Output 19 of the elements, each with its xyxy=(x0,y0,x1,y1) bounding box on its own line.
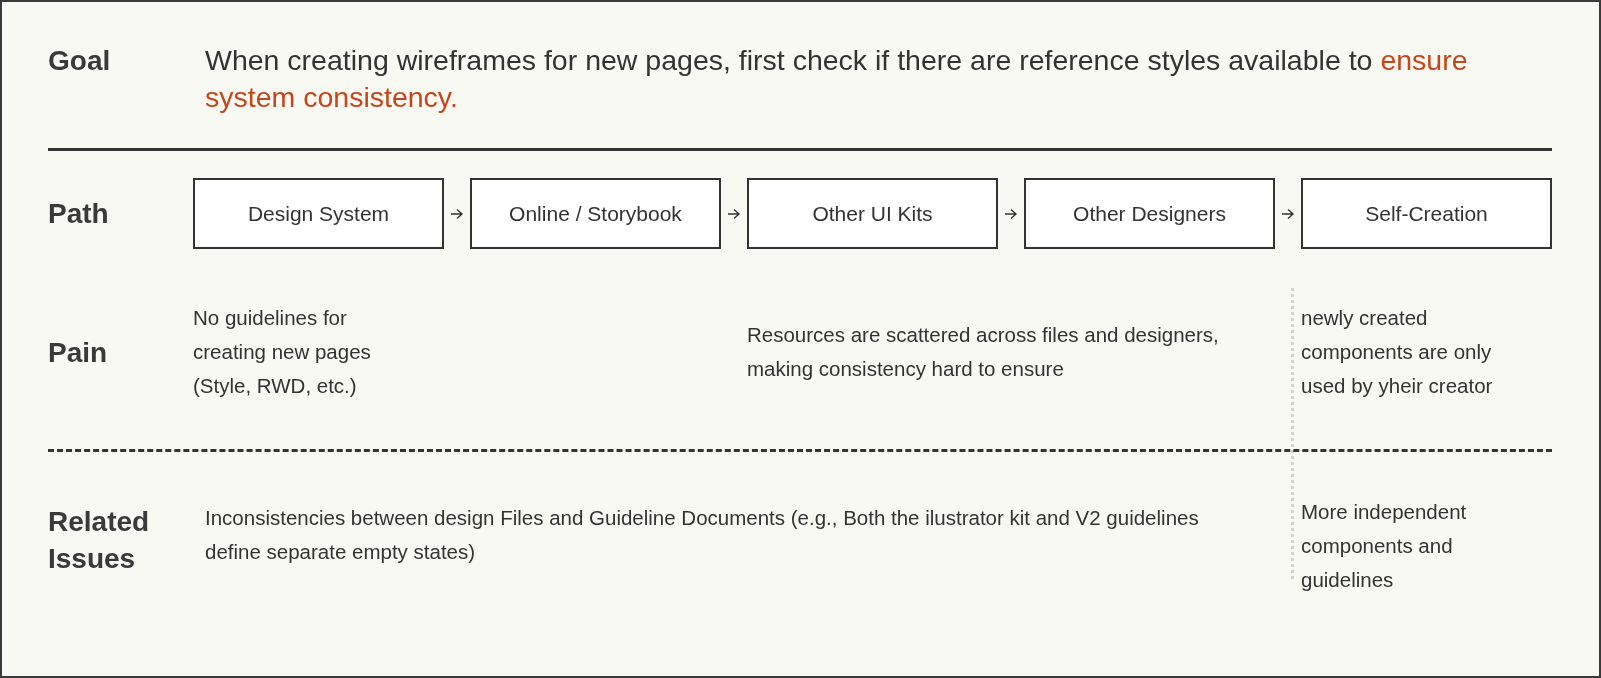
step-box: Design System xyxy=(193,178,444,249)
arrow-icon xyxy=(727,207,741,220)
step-box: Other UI Kits xyxy=(747,178,998,249)
row-label: Goal xyxy=(48,44,112,78)
step-box: Other Designers xyxy=(1024,178,1275,249)
row-label: Pain xyxy=(48,336,109,370)
issue-text: Inconsistencies between design Files and Guideline Documents (e.g., Both the ilustrator kit and V2 guidelines define separate empty states) xyxy=(204,505,1200,565)
step-box: Self-Creation xyxy=(1301,178,1552,249)
row-label: Path xyxy=(48,197,110,231)
arrow-icon xyxy=(1281,207,1295,220)
pain-text: No guidelines for creating new pages (Style, RWD, etc.) xyxy=(193,304,372,399)
arrow-icon xyxy=(450,207,464,220)
issue-text: More independent components and guidelines xyxy=(1301,499,1468,593)
row-label: Related Issues xyxy=(48,505,151,576)
pain-text: newly created components are only used by yheir creator xyxy=(1301,304,1494,399)
arrow-icon xyxy=(1004,207,1018,220)
step-box: Online / Storybook xyxy=(470,178,721,249)
pain-text: Resources are scattered across files and designers, making consistency hard to ensure xyxy=(747,321,1220,382)
goal-text: When creating wireframes for new pages, first check if there are reference styles available to ensure system consistency. xyxy=(205,43,1469,115)
